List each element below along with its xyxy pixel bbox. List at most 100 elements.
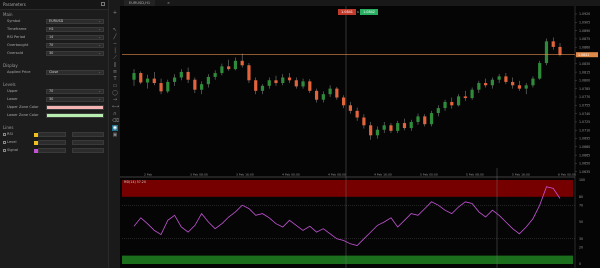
param-row: Upper Zone Color: [0, 105, 108, 111]
candle: [443, 101, 447, 109]
line-style-select[interactable]: [38, 148, 66, 153]
rectangle-icon[interactable]: ▭: [112, 83, 118, 89]
rsi-tick-label: 30: [579, 237, 583, 241]
candle: [159, 83, 163, 92]
price-tick-label: 1.0830: [579, 62, 590, 66]
line-visible-checkbox[interactable]: [3, 149, 6, 152]
candle: [172, 77, 177, 82]
candle: [396, 123, 400, 131]
candle: [274, 80, 278, 84]
ruler-icon[interactable]: ⟷: [112, 104, 119, 110]
text-icon[interactable]: T: [112, 76, 118, 82]
close-panel-icon[interactable]: [101, 2, 105, 6]
param-label: Level: [7, 140, 17, 144]
candle: [186, 71, 190, 80]
line-visible-checkbox[interactable]: [3, 133, 6, 136]
indicator-label: RSI(14) 57.20: [124, 180, 146, 184]
horizontal-line-icon[interactable]: ─: [112, 41, 118, 47]
chevron-down-icon[interactable]: ⌄: [98, 27, 101, 32]
line-style-select[interactable]: [38, 140, 66, 145]
candle: [152, 78, 156, 84]
price-tick-label: 1.0650: [579, 162, 590, 166]
buy-button[interactable]: 1.0842: [360, 9, 378, 15]
candle: [193, 79, 197, 90]
candle: [213, 73, 217, 77]
time-tick-label: 4 Feb 16:00: [374, 173, 392, 177]
param-label: Oversold: [7, 51, 23, 55]
chevron-down-icon[interactable]: ⌄: [98, 19, 101, 24]
candle: [200, 84, 204, 90]
candle: [382, 125, 386, 130]
section-header[interactable]: Levels: [3, 82, 16, 87]
candle: [145, 78, 150, 83]
param-row: Overbought 70 ⌄: [0, 43, 108, 49]
param-label: Overbought: [7, 43, 29, 47]
chevron-down-icon[interactable]: ⌄: [98, 97, 101, 102]
price-chart[interactable]: 1.09201.09051.08901.08751.08601.08451.08…: [120, 0, 600, 268]
crosshair-icon[interactable]: +: [112, 10, 118, 16]
param-label: Lower Zone Color: [7, 113, 39, 117]
line-width-select[interactable]: [72, 148, 104, 153]
price-tick-label: 1.0785: [579, 87, 590, 91]
candle: [308, 81, 312, 91]
chart-area[interactable]: EURUSD,H1 × 1.0920 1.0905 1.0890 1.0875 1.08…: [120, 0, 600, 268]
trash-icon[interactable]: ⌫: [112, 118, 119, 124]
rsi-tick-label: 50: [579, 220, 583, 224]
line-visible-checkbox[interactable]: [3, 141, 6, 144]
cursor-icon[interactable]: ↖: [112, 27, 118, 33]
arrow-icon[interactable]: →: [112, 97, 118, 103]
chevron-down-icon[interactable]: ⌄: [98, 35, 101, 40]
candle: [206, 76, 210, 85]
channel-icon[interactable]: ∥: [112, 62, 118, 68]
time-tick-label: 6 Feb 00:00: [558, 173, 576, 177]
price-tick-label: 1.0680: [579, 145, 590, 149]
chevron-down-icon[interactable]: ⌄: [98, 43, 101, 48]
line-style-select[interactable]: [38, 132, 66, 137]
param-row: Lower 30 ⌄: [0, 97, 108, 103]
time-tick-label: 3 Feb 16:00: [236, 173, 254, 177]
candle: [538, 63, 542, 79]
candle: [132, 73, 136, 80]
sell-button[interactable]: 1.0841: [338, 9, 356, 15]
vertical-line-icon[interactable]: │: [112, 48, 118, 54]
candle: [456, 96, 461, 106]
fibonacci-icon[interactable]: ≡: [112, 69, 118, 75]
candle: [544, 41, 549, 64]
candle: [260, 85, 265, 91]
candle: [301, 81, 305, 87]
param-label: RSI: [7, 132, 13, 136]
lock-icon[interactable]: ▣: [112, 132, 118, 138]
trendline-icon[interactable]: ⟋: [112, 55, 118, 61]
price-tick-label: 1.0635: [579, 170, 590, 174]
param-row: Timeframe H1 ⌄: [0, 27, 108, 33]
param-label: RSI Period: [7, 35, 26, 39]
param-label: Upper: [7, 89, 18, 93]
parameters-panel: Parameters Main Symbol EURUSD ⌄ Timeframe H1 ⌄…: [0, 0, 108, 268]
ellipse-icon[interactable]: ◯: [112, 90, 118, 96]
chevron-down-icon[interactable]: ⌄: [98, 51, 101, 56]
param-input[interactable]: 70 ⌄: [46, 89, 104, 94]
chevron-down-icon[interactable]: ⌄: [98, 89, 101, 94]
chevron-down-icon[interactable]: ⌄: [98, 70, 101, 75]
param-input[interactable]: Close ⌄: [46, 70, 104, 75]
param-row: Upper 70 ⌄: [0, 89, 108, 95]
lower-zone-color-picker[interactable]: [46, 113, 104, 118]
line-icon[interactable]: ╱: [112, 34, 118, 40]
param-input[interactable]: 70 ⌄: [46, 43, 104, 48]
line-width-select[interactable]: [72, 140, 104, 145]
section-header[interactable]: Display: [3, 63, 18, 68]
param-input[interactable]: H1 ⌄: [46, 27, 104, 32]
candle: [375, 129, 380, 136]
magnet-icon[interactable]: ∩: [112, 111, 118, 117]
section-header[interactable]: Lines: [3, 125, 13, 130]
param-input[interactable]: 30 ⌄: [46, 51, 104, 56]
section-header[interactable]: Main: [3, 12, 13, 17]
param-input[interactable]: EURUSD ⌄: [46, 19, 104, 24]
panel-header: Parameters: [0, 0, 108, 10]
upper-zone-color-picker[interactable]: [46, 105, 104, 110]
param-input[interactable]: 14 ⌄: [46, 35, 104, 40]
candle: [281, 77, 285, 84]
param-input[interactable]: 30 ⌄: [46, 97, 104, 102]
line-width-select[interactable]: [72, 132, 104, 137]
eye-icon[interactable]: ◉: [112, 125, 118, 131]
